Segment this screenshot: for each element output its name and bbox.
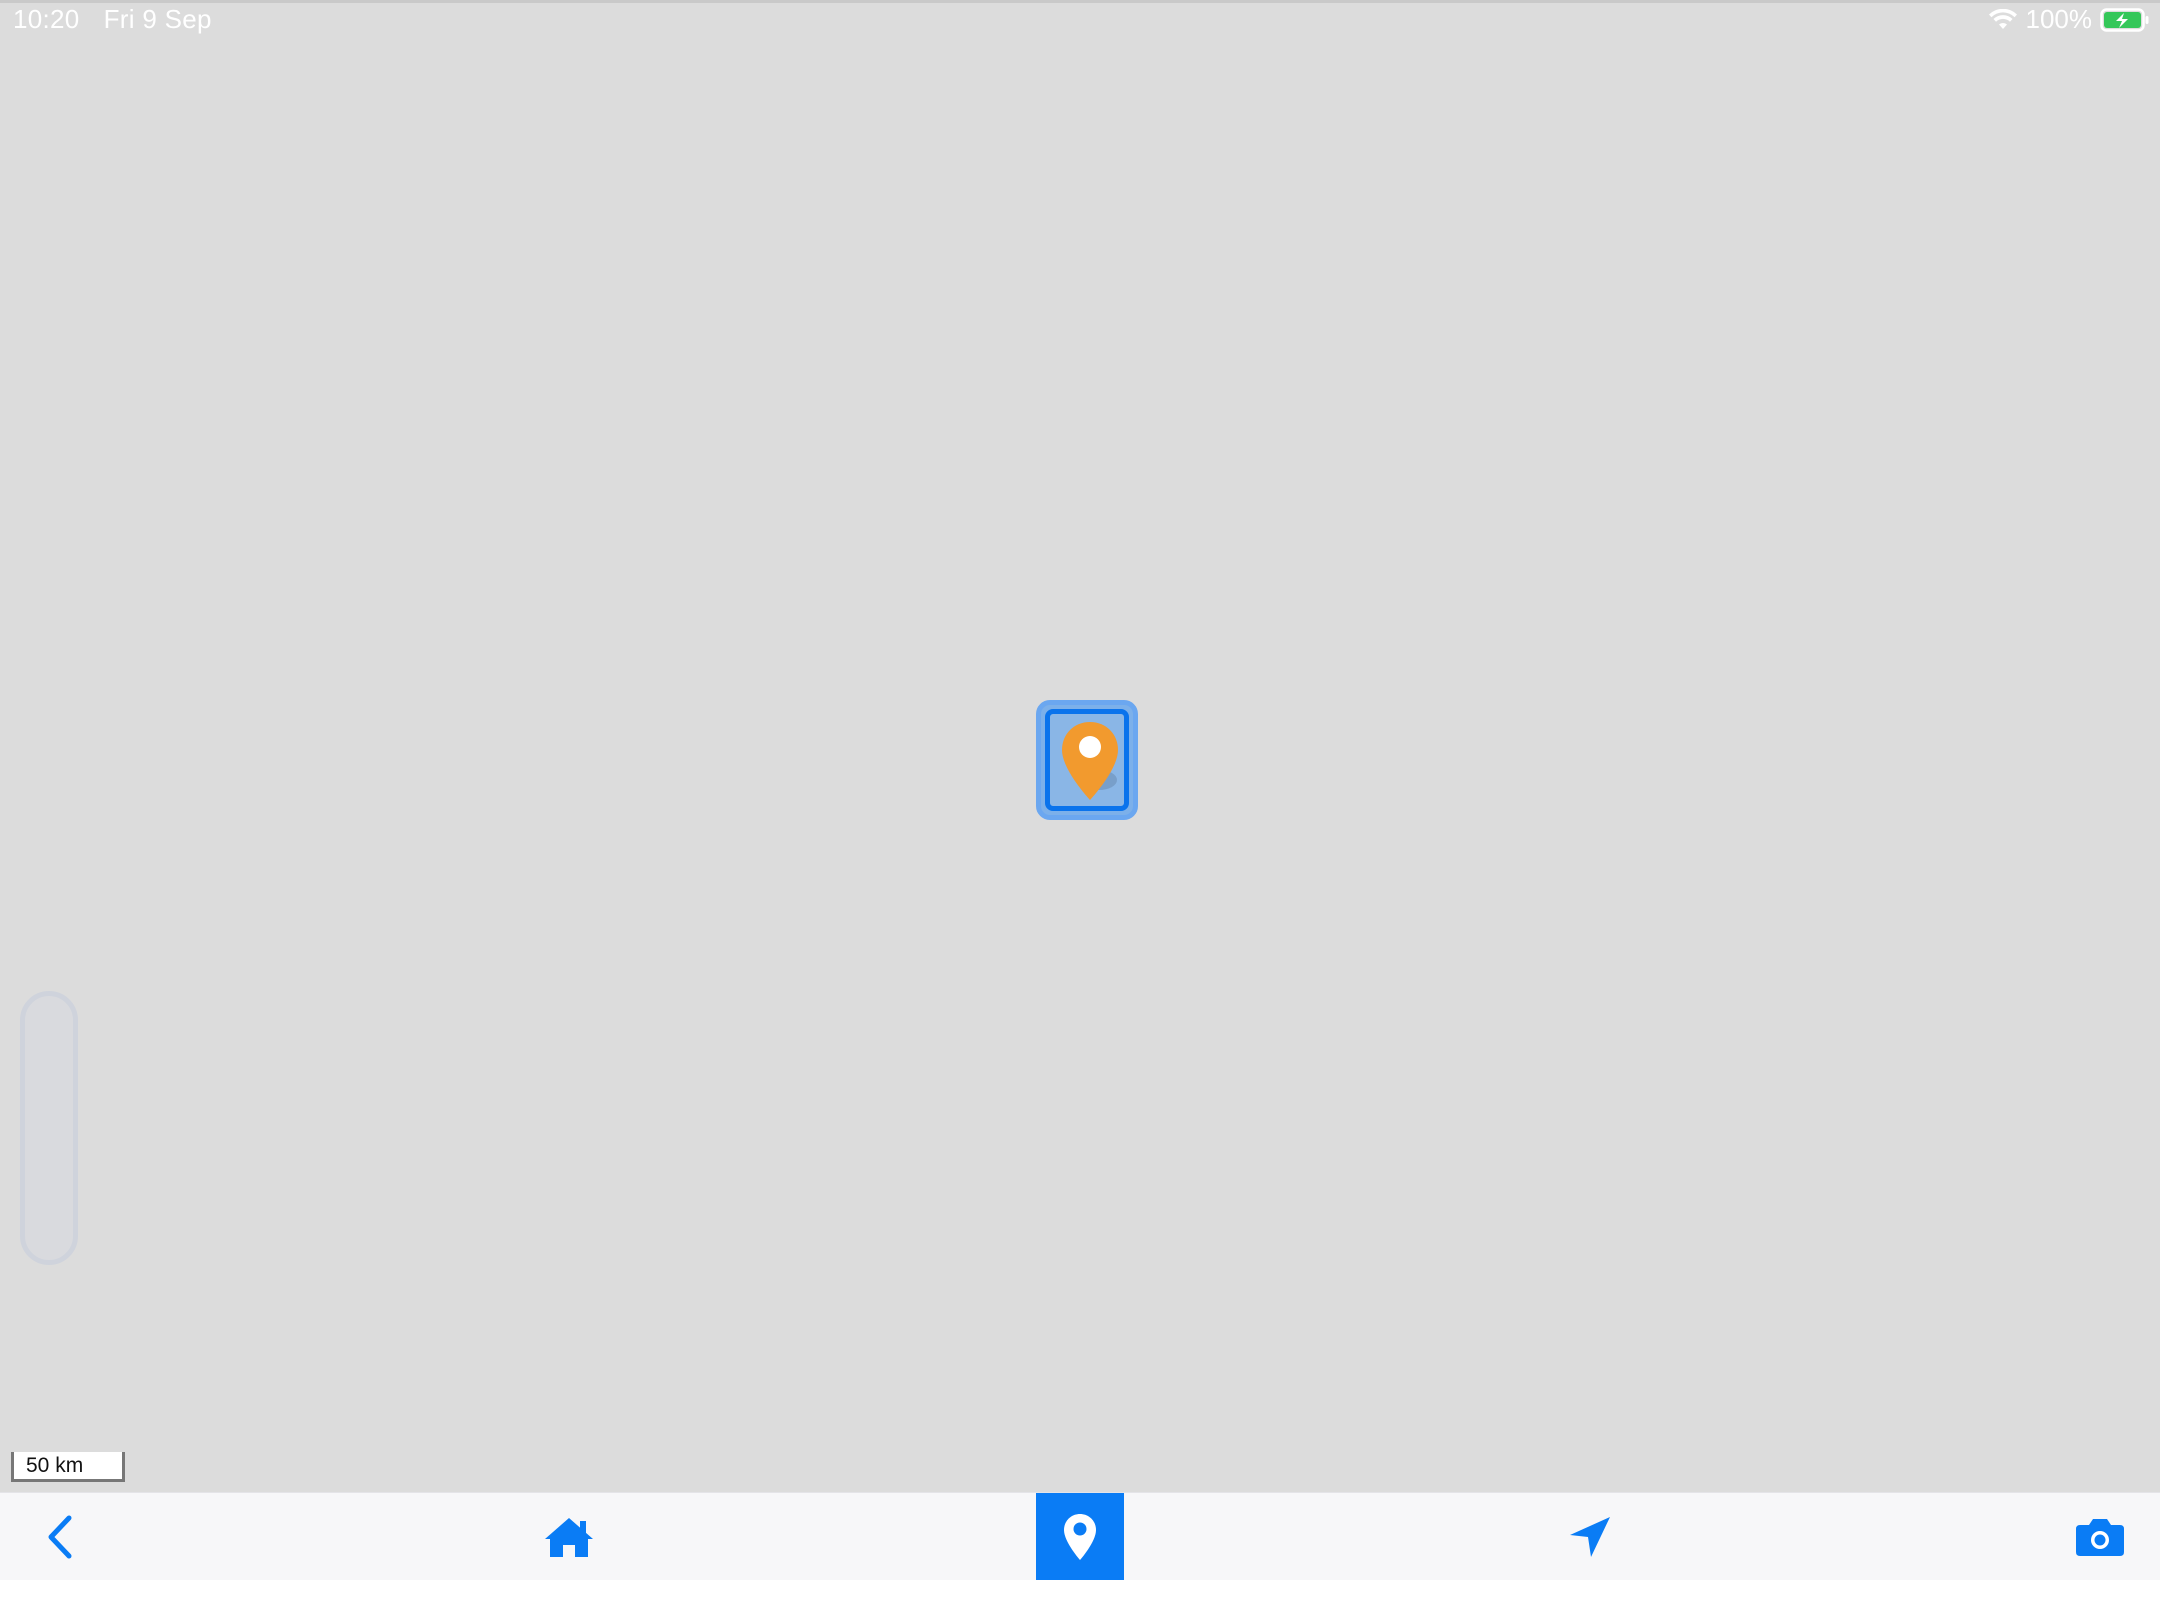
wifi-icon (1988, 8, 2017, 29)
map-scale-bar: 50 km (11, 1452, 125, 1482)
camera-icon (2076, 1519, 2124, 1556)
map-pin-icon (1062, 722, 1118, 800)
pin-button[interactable] (1036, 1493, 1124, 1581)
navigate-button[interactable] (1560, 1493, 1620, 1581)
camera-button[interactable] (2070, 1493, 2130, 1581)
home-button[interactable] (538, 1493, 600, 1581)
home-indicator-area (0, 1580, 2160, 1620)
back-button[interactable] (30, 1493, 90, 1581)
bottom-toolbar (0, 1492, 2160, 1581)
battery-charging-icon (2100, 7, 2149, 32)
status-time: 10:20 (13, 4, 80, 34)
chevron-left-icon (48, 1515, 72, 1559)
status-date: Fri 9 Sep (103, 4, 212, 34)
map-pin-icon (1064, 1514, 1096, 1560)
scale-label: 50 km (26, 1454, 84, 1477)
selected-location-marker[interactable] (1036, 700, 1138, 820)
map-view[interactable]: 50 km (0, 0, 2160, 1492)
home-icon (545, 1518, 593, 1557)
zoom-slider[interactable] (20, 991, 78, 1265)
battery-percent: 100% (2025, 4, 2093, 34)
status-bar: 10:20 Fri 9 Sep 100% (0, 0, 2160, 40)
location-arrow-icon (1570, 1517, 1610, 1557)
